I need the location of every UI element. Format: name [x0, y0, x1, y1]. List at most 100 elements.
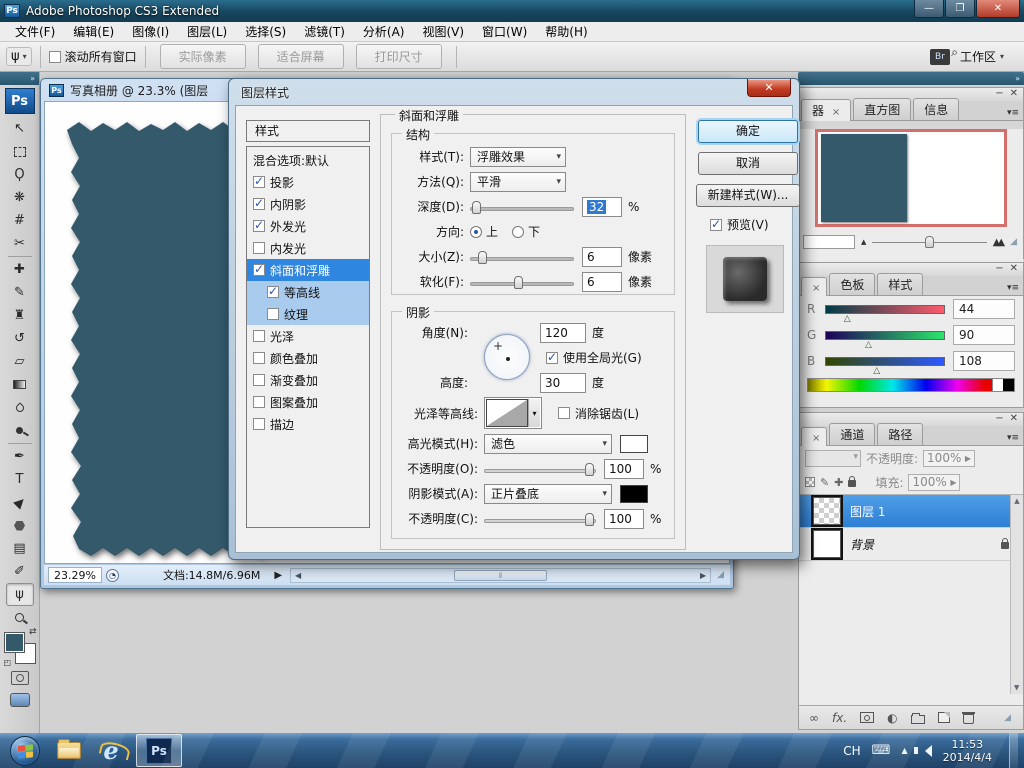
- actual-pixels-button[interactable]: 实际像素: [159, 44, 246, 69]
- checkbox[interactable]: [267, 308, 279, 320]
- panel-menu-icon[interactable]: ▾≡: [1007, 108, 1019, 118]
- resize-grip-icon[interactable]: ◢: [1002, 713, 1013, 723]
- navigator-zoom-field[interactable]: [803, 235, 855, 249]
- style-item-stroke[interactable]: 描边: [247, 413, 369, 435]
- clone-stamp-tool[interactable]: ♜: [6, 304, 34, 327]
- scroll-up-icon[interactable]: ▲: [1014, 497, 1019, 505]
- menu-help[interactable]: 帮助(H): [536, 23, 596, 40]
- tab-close-icon[interactable]: ×: [832, 107, 840, 118]
- panel-close-icon[interactable]: ✕: [1010, 88, 1018, 101]
- input-language-indicator[interactable]: CH: [843, 744, 860, 758]
- horizontal-scrollbar[interactable]: ◀ ⦀ ▶: [290, 567, 712, 583]
- lock-position-icon[interactable]: ✚: [834, 476, 843, 489]
- lock-transparency-icon[interactable]: [805, 477, 815, 487]
- dodge-tool[interactable]: [6, 419, 34, 442]
- shape-tool[interactable]: [6, 514, 34, 537]
- green-slider-thumb[interactable]: △: [865, 340, 872, 349]
- menu-edit[interactable]: 编辑(E): [64, 23, 123, 40]
- start-button[interactable]: [10, 735, 40, 766]
- shadow-opacity-thumb[interactable]: [585, 512, 594, 526]
- fill-arrow-icon[interactable]: ▶: [950, 478, 956, 487]
- keyboard-icon[interactable]: ⌨: [872, 743, 891, 758]
- new-style-button[interactable]: 新建样式(W)...: [696, 184, 800, 207]
- global-light-checkbox[interactable]: [546, 350, 558, 364]
- restore-button[interactable]: ❐: [945, 0, 975, 18]
- highlight-color-swatch[interactable]: [620, 434, 648, 453]
- tab-color[interactable]: ×: [801, 277, 828, 296]
- minimize-button[interactable]: —: [914, 0, 944, 18]
- background-name[interactable]: 背景: [850, 536, 874, 553]
- gloss-contour-picker[interactable]: ▾: [484, 397, 542, 429]
- type-tool[interactable]: T: [6, 468, 34, 491]
- shadow-opacity-slider[interactable]: [484, 512, 596, 526]
- zoom-tool[interactable]: [6, 606, 34, 629]
- brush-tool[interactable]: ✎: [6, 281, 34, 304]
- navigator-zoom-slider[interactable]: [872, 236, 987, 248]
- style-item-drop-shadow[interactable]: 投影: [247, 171, 369, 193]
- link-layers-icon[interactable]: ∞: [809, 711, 819, 725]
- highlight-opacity-field[interactable]: 100: [604, 458, 644, 479]
- gradient-tool[interactable]: [6, 373, 34, 396]
- layer1-thumbnail[interactable]: [811, 495, 843, 527]
- panels-collapse-icon[interactable]: »: [798, 72, 1024, 85]
- delete-layer-icon[interactable]: [961, 712, 975, 724]
- tab-close-icon[interactable]: ×: [812, 283, 820, 294]
- internet-explorer-taskbar-icon[interactable]: e: [91, 734, 131, 767]
- toolbox-collapse-icon[interactable]: »: [0, 72, 39, 85]
- menu-layer[interactable]: 图层(L): [178, 23, 236, 40]
- menu-window[interactable]: 窗口(W): [473, 23, 536, 40]
- highlight-mode-select[interactable]: 滤色 ▾: [484, 433, 612, 454]
- checkbox[interactable]: [253, 262, 265, 276]
- spectrum-bar[interactable]: [808, 379, 992, 391]
- explorer-taskbar-icon[interactable]: [49, 734, 89, 767]
- tab-navigator[interactable]: 器 ×: [801, 99, 852, 121]
- close-button[interactable]: ✕: [976, 0, 1020, 18]
- scrollbar-thumb[interactable]: ⦀: [453, 569, 548, 581]
- workspace-button[interactable]: 工作区 ▾: [960, 48, 1004, 65]
- black-swatch[interactable]: [1003, 379, 1014, 391]
- style-item-contour[interactable]: 等高线: [247, 281, 369, 303]
- resize-grip-icon[interactable]: ◢: [715, 570, 726, 580]
- checkbox[interactable]: [253, 174, 265, 188]
- green-value-field[interactable]: 90: [953, 325, 1015, 345]
- show-desktop-button[interactable]: [1009, 733, 1018, 768]
- fill-field[interactable]: 100% ▶: [908, 473, 961, 491]
- style-item-satin[interactable]: 光泽: [247, 325, 369, 347]
- fit-screen-button[interactable]: 适合屏幕: [257, 44, 344, 69]
- tab-paths[interactable]: 路径: [877, 423, 924, 445]
- new-layer-icon[interactable]: [937, 712, 950, 723]
- highlight-opacity-thumb[interactable]: [585, 462, 594, 476]
- menu-filter[interactable]: 滤镜(T): [295, 23, 354, 40]
- green-slider[interactable]: △: [825, 330, 945, 349]
- bridge-icon[interactable]: Br: [929, 45, 958, 65]
- size-slider[interactable]: [470, 250, 574, 264]
- tab-close-icon[interactable]: ×: [812, 433, 820, 444]
- taskbar-clock[interactable]: 11:53 2014/4/4: [943, 738, 992, 764]
- style-item-pattern-overlay[interactable]: 图案叠加: [247, 391, 369, 413]
- layer-row-background[interactable]: 背景: [799, 528, 1023, 561]
- zoom-slider-thumb[interactable]: [924, 236, 934, 248]
- menu-file[interactable]: 文件(F): [6, 23, 64, 40]
- scrollbar-track[interactable]: ⦀: [305, 569, 696, 582]
- zoom-out-mountain-icon[interactable]: ▲: [861, 238, 866, 246]
- screen-mode-button[interactable]: [9, 693, 30, 707]
- checkbox[interactable]: [253, 418, 265, 430]
- layer1-name[interactable]: 图层 1: [850, 503, 885, 520]
- bevel-style-select[interactable]: 浮雕效果 ▾: [470, 146, 566, 167]
- dialog-close-button[interactable]: ✕: [747, 79, 791, 97]
- panel-minimize-icon[interactable]: −: [995, 263, 1003, 276]
- notes-tool[interactable]: ▤: [6, 537, 34, 560]
- new-group-icon[interactable]: [910, 712, 925, 724]
- photoshop-taskbar-button[interactable]: Ps: [136, 734, 182, 767]
- marquee-tool[interactable]: [6, 140, 34, 163]
- tool-preset-picker[interactable]: ψ ▾: [6, 47, 32, 66]
- red-slider[interactable]: △: [825, 304, 945, 323]
- shadow-color-swatch[interactable]: [620, 484, 648, 503]
- checkbox[interactable]: [253, 352, 265, 364]
- adjustment-layer-icon[interactable]: ◐: [887, 711, 897, 725]
- layer-row-layer1[interactable]: 图层 1: [799, 495, 1023, 528]
- swap-colors-icon[interactable]: ⇄: [29, 627, 37, 637]
- checkbox[interactable]: [253, 396, 265, 408]
- panel-close-icon[interactable]: ✕: [1010, 413, 1018, 426]
- menu-image[interactable]: 图像(I): [123, 23, 178, 40]
